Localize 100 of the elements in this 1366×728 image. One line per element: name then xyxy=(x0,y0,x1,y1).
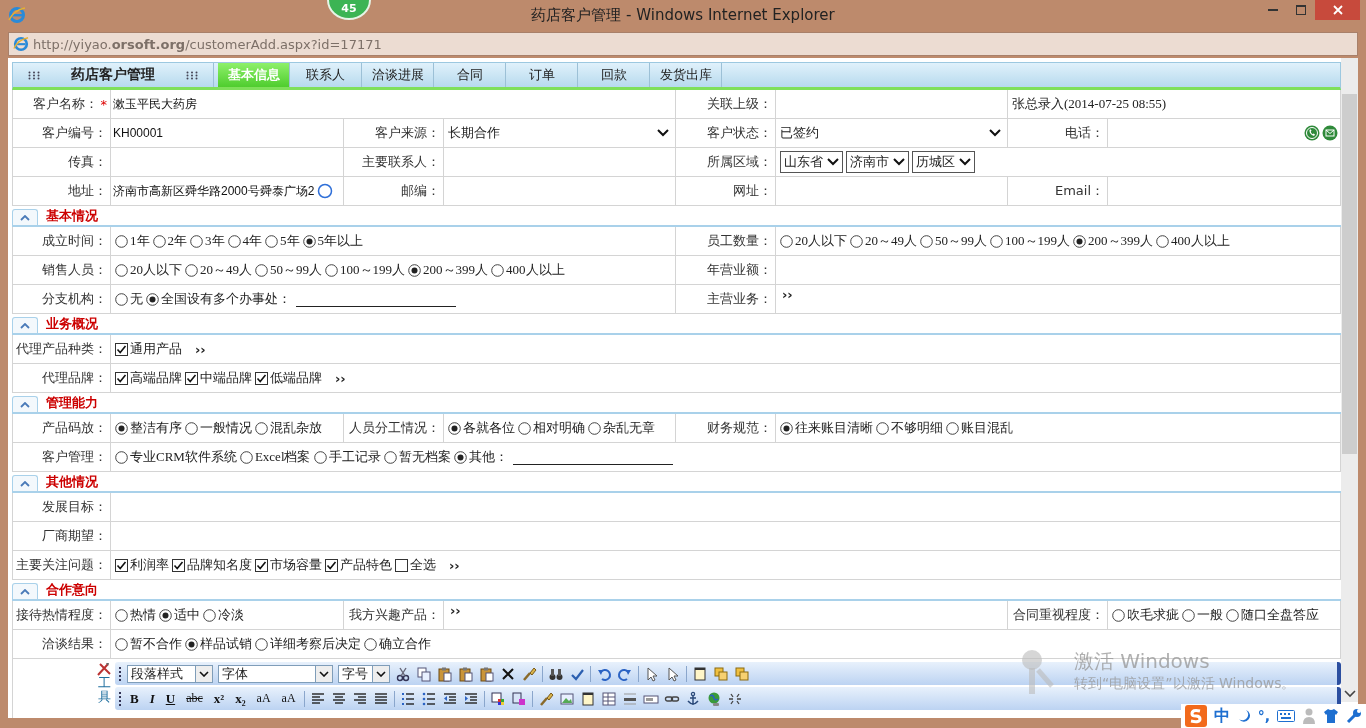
dropdown[interactable]: 山东省 xyxy=(780,151,843,173)
checkbox[interactable] xyxy=(255,558,268,572)
document-icon[interactable] xyxy=(579,690,596,707)
format-button[interactable]: I xyxy=(146,690,158,707)
numbered-list-icon[interactable] xyxy=(399,690,416,707)
close-button[interactable] xyxy=(1315,0,1360,20)
radio-button[interactable] xyxy=(255,421,268,435)
layers-icon[interactable] xyxy=(713,665,729,682)
text-field[interactable]: 漱玉平民大药房 xyxy=(111,90,676,118)
format-button[interactable]: B xyxy=(127,690,142,707)
radio-button[interactable] xyxy=(115,450,128,464)
checkbox[interactable] xyxy=(115,558,128,572)
radio-button[interactable] xyxy=(364,637,377,651)
dropdown[interactable]: 段落样式 xyxy=(127,664,213,683)
radio-button[interactable] xyxy=(920,234,933,248)
dropdown[interactable]: 长期合作 xyxy=(448,124,671,142)
dropdown[interactable]: 历城区 xyxy=(912,151,975,173)
chevron-down-icon[interactable] xyxy=(1343,690,1356,698)
radio-button[interactable] xyxy=(946,421,959,435)
radio-button[interactable] xyxy=(146,292,159,306)
input-mode[interactable]: 中 xyxy=(1213,705,1230,727)
radio-button[interactable] xyxy=(239,450,253,464)
scrollbar[interactable] xyxy=(1341,58,1358,702)
radio-button[interactable] xyxy=(115,637,128,651)
highlight-icon[interactable] xyxy=(510,690,527,707)
mail-icon[interactable] xyxy=(1322,125,1338,141)
checkbox[interactable] xyxy=(325,558,338,572)
more-button[interactable]: ›› xyxy=(782,287,793,302)
radio-button[interactable] xyxy=(265,234,278,248)
dropdown[interactable]: 字号 xyxy=(338,664,390,683)
radio-button[interactable] xyxy=(518,421,531,435)
radio-button[interactable] xyxy=(159,608,172,622)
indent-icon[interactable] xyxy=(462,690,479,707)
wrench-icon[interactable] xyxy=(1346,708,1362,724)
radio-button[interactable] xyxy=(876,421,889,435)
more-button[interactable]: ›› xyxy=(450,603,461,618)
tab[interactable]: 订单 xyxy=(506,63,578,87)
format-button[interactable]: aA xyxy=(253,691,274,706)
outdent-icon[interactable] xyxy=(441,690,458,707)
radio-button[interactable] xyxy=(780,421,793,435)
radio-button[interactable] xyxy=(408,263,421,277)
anchor-icon[interactable] xyxy=(684,690,701,707)
input-method-logo-icon[interactable] xyxy=(1184,705,1207,727)
clipboard-icon[interactable] xyxy=(437,665,453,682)
format-button[interactable]: abc xyxy=(183,691,206,706)
collapse-button[interactable] xyxy=(12,317,38,333)
tab[interactable]: 发货出库 xyxy=(650,63,722,87)
delete-icon[interactable] xyxy=(500,665,516,682)
radio-button[interactable] xyxy=(115,608,128,622)
horizontal-rule-icon[interactable] xyxy=(621,690,638,707)
radio-button[interactable] xyxy=(780,234,793,248)
checkbox[interactable] xyxy=(395,558,408,572)
radio-button[interactable] xyxy=(255,637,268,651)
radio-button[interactable] xyxy=(850,234,863,248)
clipboard-icon[interactable] xyxy=(479,665,495,682)
radio-button[interactable] xyxy=(185,421,198,435)
radio-button[interactable] xyxy=(115,263,128,277)
radio-button[interactable] xyxy=(115,292,128,306)
collapse-button[interactable] xyxy=(12,583,38,599)
align-center-icon[interactable] xyxy=(330,690,347,707)
scissors-icon[interactable] xyxy=(395,665,411,682)
radio-button[interactable] xyxy=(990,234,1003,248)
radio-button[interactable] xyxy=(203,608,216,622)
layers-icon[interactable] xyxy=(734,665,750,682)
more-button[interactable]: ›› xyxy=(449,557,460,573)
format-button[interactable]: x² xyxy=(210,690,228,707)
cursor-icon[interactable] xyxy=(644,665,660,682)
phone-icon[interactable] xyxy=(1304,125,1320,141)
tab[interactable]: 回款 xyxy=(578,63,650,87)
radio-button[interactable] xyxy=(313,450,327,464)
more-button[interactable]: ›› xyxy=(335,370,346,386)
cursor-icon[interactable] xyxy=(665,665,681,682)
format-button[interactable]: U xyxy=(162,690,179,707)
radio-button[interactable] xyxy=(255,263,268,277)
address-bar[interactable]: http://yiyao.orsoft.org/customerAdd.aspx?id=17171 xyxy=(8,32,1358,56)
tab[interactable]: 洽谈进展 xyxy=(362,63,434,87)
dropdown[interactable]: 已签约 xyxy=(780,124,1003,142)
scrollbar-thumb[interactable] xyxy=(1342,94,1357,454)
brush-icon[interactable] xyxy=(537,690,554,707)
radio-button[interactable] xyxy=(185,263,198,277)
checkbox[interactable] xyxy=(185,371,198,385)
radio-button[interactable] xyxy=(588,421,601,435)
clipboard-icon[interactable] xyxy=(458,665,474,682)
radio-button[interactable] xyxy=(115,421,128,435)
copy-icon[interactable] xyxy=(416,665,432,682)
radio-button[interactable] xyxy=(1182,608,1195,622)
punctuation-mode[interactable]: °, xyxy=(1257,708,1270,724)
radio-button[interactable] xyxy=(302,234,316,248)
radio-button[interactable] xyxy=(448,421,461,435)
align-left-icon[interactable] xyxy=(309,690,326,707)
radio-button[interactable] xyxy=(1156,234,1169,248)
checkbox[interactable] xyxy=(115,371,128,385)
radio-button[interactable] xyxy=(190,234,203,248)
dropdown[interactable]: 字体 xyxy=(218,664,333,683)
radio-button[interactable] xyxy=(1112,608,1125,622)
checkbox[interactable] xyxy=(255,371,268,385)
radio-button[interactable] xyxy=(227,234,241,248)
document-icon[interactable] xyxy=(692,665,708,682)
checkbox[interactable] xyxy=(115,342,128,356)
radio-button[interactable] xyxy=(185,637,198,651)
